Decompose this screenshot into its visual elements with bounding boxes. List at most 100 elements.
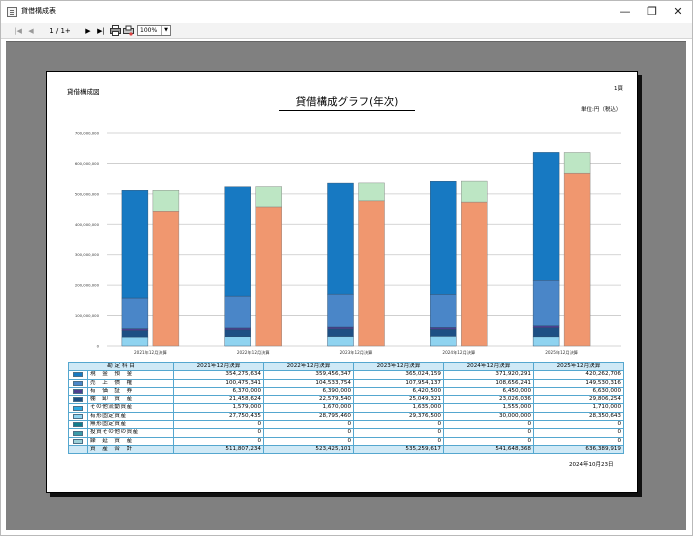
table-row: 売 上 債 権 100,475,341 104,533,754 107,954,137… (68, 378, 624, 388)
print-icon[interactable] (110, 25, 121, 37)
amount-cell: 1,635,000 (353, 403, 444, 413)
amount-cell: 0 (353, 436, 444, 446)
total-amount-cell: 511,807,234 (173, 444, 264, 455)
amount-cell: 30,000,000 (443, 411, 534, 422)
asset-bar-segment (121, 297, 149, 329)
amount-cell: 0 (173, 420, 264, 430)
toolbar: |◀ ◀ 1 / 1+ ▶ ▶| 100% ▼ (1, 23, 692, 39)
amount-cell: 107,954,137 (353, 378, 444, 388)
asset-bar-segment (327, 328, 354, 337)
account-label: 有 価 証 券 (87, 386, 174, 397)
amount-cell: 25,049,321 (353, 395, 444, 405)
amount-cell: 1,555,000 (443, 403, 534, 413)
legend-swatch (68, 403, 88, 413)
asset-bar-segment (430, 329, 457, 337)
amount-cell: 21,458,624 (173, 395, 264, 405)
y-tick-label: 500,000,000 (75, 191, 100, 196)
window-title: 貸借構成表 (21, 7, 56, 15)
y-tick-label: 200,000,000 (75, 283, 100, 288)
amount-cell: 359,456,347 (263, 370, 354, 380)
asset-bar-segment (224, 295, 251, 329)
asset-bar-segment (224, 186, 251, 297)
y-tick-label: 100,000,000 (75, 313, 100, 318)
account-label: 売 上 債 権 (87, 378, 174, 388)
asset-bar-segment (327, 293, 354, 328)
amount-cell: 0 (533, 420, 624, 430)
x-tick-label: 2025年12月決算 (545, 349, 578, 356)
table-header-row: 勘 定 科 目 2021年12月決算 2022年12月決算 2023年12月決算… (68, 361, 624, 372)
preview-area[interactable]: 貸借構成図 貸借構成グラフ(年次) 1頁 単位:円（税込） 0 100,000,0… (6, 41, 686, 530)
amount-cell: 6,630,000 (533, 386, 624, 397)
total-amount-cell: 535,259,617 (353, 444, 444, 455)
amount-cell: 149,530,316 (533, 378, 624, 388)
liability-bar-segment (563, 152, 591, 174)
amount-cell: 371,920,291 (443, 370, 534, 380)
y-tick-label: 700,000,000 (75, 131, 100, 136)
amount-cell: 0 (533, 436, 624, 446)
next-page-icon[interactable]: ▶ (83, 25, 93, 37)
liability-bar-segment (461, 180, 488, 203)
asset-bar-segment (430, 336, 457, 347)
x-tick-label: 2023年12月決算 (340, 349, 373, 356)
asset-bar-segment (430, 327, 457, 330)
zoom-select[interactable]: 100% ▼ (137, 25, 171, 36)
liability-bar-segment (152, 190, 180, 212)
amount-cell: 28,350,643 (533, 411, 624, 422)
header-account: 勘 定 科 目 (68, 361, 174, 372)
amount-cell: 108,656,241 (443, 378, 534, 388)
amount-cell: 365,024,159 (353, 370, 444, 380)
title-bar[interactable]: 貸借構成表 — ❐ ✕ (1, 1, 692, 23)
asset-bar-segment (224, 327, 251, 331)
asset-bar-segment (121, 336, 149, 347)
amount-cell: 29,376,500 (353, 411, 444, 422)
balance-chart: 0 100,000,000 200,000,000 300,000,000 400,00… (75, 131, 621, 356)
y-tick-label: 0 (97, 344, 100, 349)
export-icon[interactable] (123, 25, 134, 37)
asset-bar-segment (532, 280, 560, 326)
amount-cell: 6,450,000 (443, 386, 534, 397)
x-tick-label: 2022年12月決算 (237, 349, 270, 356)
liability-bar-segment (255, 206, 282, 347)
close-button[interactable]: ✕ (661, 1, 693, 23)
asset-bar-segment (224, 336, 251, 347)
asset-bar-segment (121, 190, 149, 299)
chevron-down-icon[interactable]: ▼ (161, 26, 170, 35)
page-indicator: 1 / 1+ (49, 27, 71, 35)
report-date: 2024年10月23日 (569, 462, 614, 468)
legend-swatch (68, 420, 88, 430)
previous-page-icon[interactable]: ◀ (26, 25, 36, 37)
table-row: その他流動資産 1,579,000 1,670,000 1,635,000 1,555,… (68, 403, 624, 413)
total-amount-cell: 523,425,101 (263, 444, 354, 455)
liability-bar-segment (461, 201, 488, 347)
asset-bar-segment (121, 330, 149, 338)
asset-bar-segment (121, 328, 149, 331)
table-row: 繰 延 資 産00000 (68, 436, 624, 446)
amount-cell: 0 (443, 428, 534, 438)
asset-bar-segment (532, 327, 560, 338)
amount-cell: 104,533,754 (263, 378, 354, 388)
legend-swatch (68, 370, 88, 380)
liability-bar-segment (152, 211, 180, 347)
amount-cell: 0 (443, 436, 534, 446)
asset-bar-segment (532, 325, 560, 328)
liability-bar-segment (563, 172, 591, 347)
table-row: 有 価 証 券 6,370,000 6,390,000 6,420,500 6,450,… (68, 386, 624, 397)
report-page: 貸借構成図 貸借構成グラフ(年次) 1頁 単位:円（税込） 0 100,000,0… (46, 71, 638, 493)
header-2023: 2023年12月決算 (353, 361, 444, 372)
asset-bar-segment (327, 182, 354, 295)
amount-cell: 1,710,000 (533, 403, 624, 413)
amount-cell: 0 (263, 428, 354, 438)
amount-cell: 6,370,000 (173, 386, 264, 397)
first-page-icon[interactable]: |◀ (13, 25, 23, 37)
header-2024: 2024年12月決算 (443, 361, 534, 372)
account-label: その他流動資産 (87, 403, 174, 413)
asset-bar-segment (430, 294, 457, 328)
amount-cell: 1,670,000 (263, 403, 354, 413)
last-page-icon[interactable]: ▶| (95, 25, 107, 37)
table-body: 現 金 預 金 354,275,634 359,456,347 365,024,159… (68, 370, 624, 455)
asset-bar-segment (327, 336, 354, 347)
total-amount-cell: 636,389,919 (533, 444, 624, 455)
total-label: 資 産 合 計 (87, 444, 174, 455)
account-label: 現 金 預 金 (87, 370, 174, 380)
amount-cell: 6,390,000 (263, 386, 354, 397)
